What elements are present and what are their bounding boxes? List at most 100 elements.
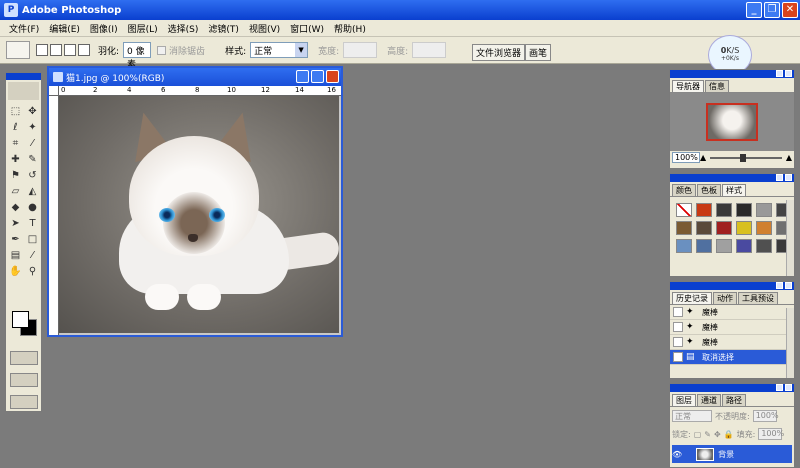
history-snapshot-checkbox[interactable] — [673, 307, 683, 317]
styles-scrollbar[interactable] — [786, 200, 794, 276]
tab-channels[interactable]: 通道 — [697, 394, 721, 406]
horizontal-ruler[interactable]: 0 2 4 6 8 10 12 14 16 — [59, 86, 341, 96]
fill-input[interactable]: 100% — [758, 428, 784, 440]
style-swatch[interactable] — [736, 239, 752, 253]
panel-minimize-button[interactable] — [776, 282, 783, 289]
clone-stamp-tool-icon[interactable]: ⚑ — [8, 168, 23, 183]
feather-input[interactable]: 0 像素 — [123, 42, 152, 70]
style-swatch[interactable] — [756, 203, 772, 217]
style-swatch[interactable] — [756, 239, 772, 253]
tab-styles[interactable]: 样式 — [722, 184, 746, 196]
pen-tool-icon[interactable]: ✒ — [8, 232, 23, 247]
menu-edit[interactable]: 编辑(E) — [44, 22, 85, 35]
tab-actions[interactable]: 动作 — [713, 292, 737, 304]
tab-layers[interactable]: 图层 — [672, 394, 696, 406]
zoom-slider[interactable] — [710, 153, 782, 162]
panel-close-button[interactable] — [785, 384, 792, 391]
new-selection-icon[interactable] — [36, 44, 48, 56]
panel-title-bar[interactable] — [670, 70, 794, 78]
opacity-input[interactable]: 100% — [752, 410, 779, 422]
brush-tool-icon[interactable]: ✎ — [25, 152, 40, 167]
add-selection-icon[interactable] — [50, 44, 62, 56]
style-swatch[interactable] — [696, 203, 712, 217]
history-row[interactable]: ✦ 魔棒 — [670, 335, 794, 350]
intersect-selection-icon[interactable] — [78, 44, 90, 56]
minimize-button[interactable]: _ — [746, 2, 762, 18]
panel-title-bar[interactable] — [670, 282, 794, 290]
path-selection-tool-icon[interactable]: ➤ — [8, 216, 23, 231]
panel-minimize-button[interactable] — [776, 174, 783, 181]
visibility-eye-icon[interactable]: 👁 — [672, 450, 682, 459]
ruler-corner[interactable] — [49, 86, 59, 96]
layer-row[interactable]: 👁 背景 — [672, 445, 792, 463]
history-snapshot-checkbox[interactable] — [673, 322, 683, 332]
history-brush-tool-icon[interactable]: ↺ — [25, 168, 40, 183]
style-swatch[interactable] — [676, 239, 692, 253]
history-row[interactable]: ✦ 魔棒 — [670, 305, 794, 320]
healing-brush-tool-icon[interactable]: ✚ — [8, 152, 23, 167]
tab-navigator[interactable]: 导航器 — [672, 80, 704, 92]
no-style-swatch[interactable] — [676, 203, 692, 217]
move-tool-icon[interactable]: ✥ — [25, 104, 40, 119]
panel-minimize-button[interactable] — [776, 384, 783, 391]
notes-tool-icon[interactable]: ▤ — [8, 248, 23, 263]
zoom-out-icon[interactable]: ▲ — [700, 153, 706, 162]
menu-window[interactable]: 窗口(W) — [285, 22, 329, 35]
tab-tool-presets[interactable]: 工具预设 — [738, 292, 778, 304]
subtract-selection-icon[interactable] — [64, 44, 76, 56]
toolbox-title-bar[interactable] — [6, 73, 41, 80]
lock-transparency-icon[interactable]: ▢ — [694, 430, 702, 439]
panel-title-bar[interactable] — [670, 174, 794, 182]
tool-preset-picker[interactable] — [6, 41, 30, 59]
dodge-tool-icon[interactable]: ● — [25, 200, 40, 215]
doc-close-button[interactable] — [326, 70, 339, 83]
shape-tool-icon[interactable]: □ — [25, 232, 40, 247]
panel-close-button[interactable] — [785, 282, 792, 289]
width-input[interactable] — [343, 42, 378, 58]
menu-help[interactable]: 帮助(H) — [329, 22, 371, 35]
tab-paths[interactable]: 路径 — [722, 394, 746, 406]
doc-minimize-button[interactable] — [296, 70, 309, 83]
tab-swatches[interactable]: 色板 — [697, 184, 721, 196]
hand-tool-icon[interactable]: ✋ — [8, 264, 23, 279]
zoom-tool-icon[interactable]: ⚲ — [25, 264, 40, 279]
style-swatch[interactable] — [716, 239, 732, 253]
menu-select[interactable]: 选择(S) — [163, 22, 204, 35]
lasso-tool-icon[interactable]: ℓ — [8, 120, 23, 135]
foreground-color-swatch[interactable] — [12, 311, 29, 328]
menu-view[interactable]: 视图(V) — [244, 22, 285, 35]
history-row-selected[interactable]: ▤ 取消选择 — [670, 350, 794, 365]
close-button[interactable]: ✕ — [782, 2, 798, 18]
type-tool-icon[interactable]: T — [25, 216, 40, 231]
menu-image[interactable]: 图像(I) — [85, 22, 123, 35]
paint-bucket-tool-icon[interactable]: ◭ — [25, 184, 40, 199]
eyedropper-tool-icon[interactable]: ⁄ — [25, 248, 40, 263]
navigator-view-box[interactable] — [706, 103, 758, 141]
toolbox-logo[interactable] — [8, 82, 39, 100]
panel-title-bar[interactable] — [670, 384, 794, 392]
panel-close-button[interactable] — [785, 174, 792, 181]
antialias-checkbox[interactable]: 消除锯齿 — [157, 44, 205, 57]
magic-wand-tool-icon[interactable]: ✦ — [25, 120, 40, 135]
history-row[interactable]: ✦ 魔棒 — [670, 320, 794, 335]
tab-brushes[interactable]: 画笔 — [525, 44, 552, 61]
history-snapshot-checkbox[interactable] — [673, 352, 683, 362]
menu-file[interactable]: 文件(F) — [4, 22, 44, 35]
history-snapshot-checkbox[interactable] — [673, 337, 683, 347]
marquee-tool-icon[interactable]: ⬚ — [8, 104, 23, 119]
tab-history[interactable]: 历史记录 — [672, 292, 712, 304]
blend-mode-select[interactable]: 正常 — [672, 410, 712, 422]
restore-button[interactable]: ❐ — [764, 2, 780, 18]
zoom-in-icon[interactable]: ▲ — [786, 153, 792, 162]
tab-info[interactable]: 信息 — [705, 80, 729, 92]
history-scrollbar[interactable] — [786, 308, 794, 378]
style-swatch[interactable] — [676, 221, 692, 235]
slice-tool-icon[interactable]: ⁄ — [25, 136, 40, 151]
panel-close-button[interactable] — [785, 70, 792, 77]
panel-minimize-button[interactable] — [776, 70, 783, 77]
height-input[interactable] — [412, 42, 447, 58]
style-swatch[interactable] — [696, 239, 712, 253]
lock-image-icon[interactable]: ✎ — [704, 430, 711, 439]
style-swatch[interactable] — [736, 203, 752, 217]
tab-color[interactable]: 颜色 — [672, 184, 696, 196]
